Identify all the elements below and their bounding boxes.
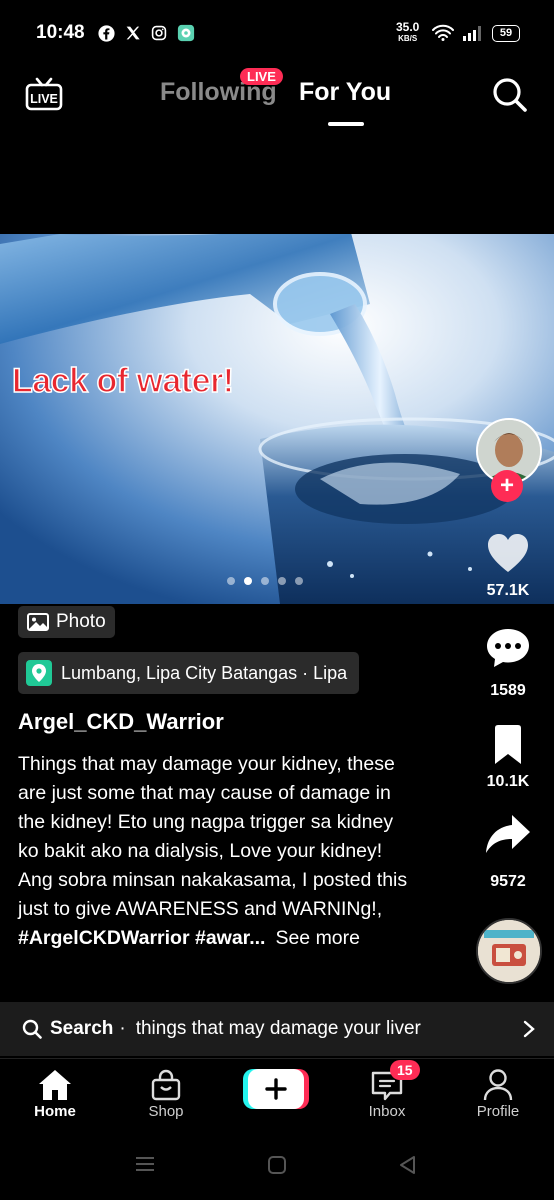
nav-inbox-label: Inbox (368, 1103, 406, 1120)
search-icon (493, 78, 527, 112)
nav-profile-label: Profile (476, 1103, 520, 1120)
carousel-dot-active (244, 577, 252, 585)
carousel-dot (227, 577, 235, 585)
signal-icon (462, 25, 484, 46)
following-live-badge: LIVE (240, 68, 283, 85)
battery-icon: 59 (492, 25, 520, 42)
nav-shop[interactable]: Shop (121, 1067, 211, 1120)
x-icon (124, 24, 142, 42)
search-small-icon (22, 1019, 42, 1039)
post-caption[interactable]: Things that may damage your kidney, thes… (18, 750, 418, 953)
see-more-link[interactable]: See more (275, 927, 360, 949)
share-count: 9572 (490, 873, 526, 890)
nav-home-label: Home (34, 1103, 76, 1120)
net-speed-unit: KB/S (398, 34, 418, 43)
comment-button[interactable] (485, 626, 531, 675)
create-button[interactable] (243, 1069, 309, 1109)
chevron-right-icon (523, 1020, 535, 1038)
net-speed: 35.0 KB/S (396, 20, 420, 44)
photo-type-label: Photo (56, 611, 106, 632)
search-separator: · (119, 1018, 126, 1039)
tab-for-you[interactable]: For You (299, 78, 391, 107)
home-nav-icon[interactable] (266, 1154, 288, 1176)
battery-level: 59 (499, 27, 513, 39)
instagram-icon (150, 24, 168, 42)
back-nav-icon[interactable] (396, 1154, 418, 1176)
location-label: Lumbang, Lipa City Batangas · Lipa (61, 662, 348, 683)
photo-type-chip: Photo (18, 606, 115, 638)
water-bottle-image (0, 234, 554, 604)
image-icon (27, 613, 49, 631)
nav-profile[interactable]: Profile (453, 1067, 543, 1120)
system-nav-bar (0, 1132, 554, 1200)
recent-apps-icon[interactable] (133, 1154, 157, 1174)
net-speed-value: 35.0 (396, 20, 420, 34)
share-icon (486, 815, 530, 853)
home-icon (39, 1070, 71, 1100)
bookmark-button[interactable] (492, 724, 524, 771)
live-tv-icon: LIVE (25, 77, 63, 111)
search-button[interactable] (491, 76, 529, 119)
comment-icon (487, 629, 529, 667)
post-photo[interactable] (0, 234, 554, 604)
search-label: Search (50, 1018, 114, 1039)
like-button[interactable] (486, 532, 530, 579)
like-count: 57.1K (486, 582, 530, 599)
follow-button[interactable]: + (491, 470, 523, 502)
chat-app-icon (177, 24, 195, 42)
shop-bag-icon (151, 1069, 181, 1101)
share-button[interactable] (484, 812, 532, 861)
status-time: 10:48 (36, 22, 85, 43)
search-suggestion: things that may damage your liver (135, 1018, 421, 1039)
inbox-badge: 15 (390, 1060, 420, 1080)
plus-icon (248, 1069, 304, 1109)
creator-username[interactable]: Argel_CKD_Warrior (18, 709, 224, 735)
bookmark-icon (495, 725, 521, 764)
wifi-icon (432, 24, 454, 46)
sound-disc[interactable] (476, 918, 542, 984)
carousel-dot (261, 577, 269, 585)
caption-hashtags[interactable]: #ArgelCKDWarrior #awar... (18, 927, 265, 949)
carousel-dot (295, 577, 303, 585)
comment-count: 1589 (490, 682, 526, 699)
profile-icon (483, 1069, 513, 1101)
nav-home[interactable]: Home (10, 1067, 100, 1120)
heart-icon (488, 534, 528, 572)
active-tab-indicator (328, 122, 364, 126)
live-button-label: LIVE (30, 92, 58, 106)
caption-text: Things that may damage your kidney, thes… (18, 753, 408, 920)
live-button[interactable]: LIVE (24, 74, 64, 119)
music-disc-icon (478, 920, 540, 982)
bookmark-count: 10.1K (486, 773, 530, 790)
location-chip[interactable]: Lumbang, Lipa City Batangas · Lipa (18, 652, 360, 694)
photo-overlay-text: Lack of water! (11, 361, 235, 401)
location-pin-icon (26, 660, 52, 686)
carousel-dot (278, 577, 286, 585)
nav-shop-label: Shop (148, 1103, 184, 1120)
bottom-nav: Home Shop Inbox Profile (0, 1058, 554, 1133)
facebook-icon (97, 24, 115, 42)
related-search-bar[interactable]: Search · things that may damage your liv… (0, 1002, 554, 1056)
